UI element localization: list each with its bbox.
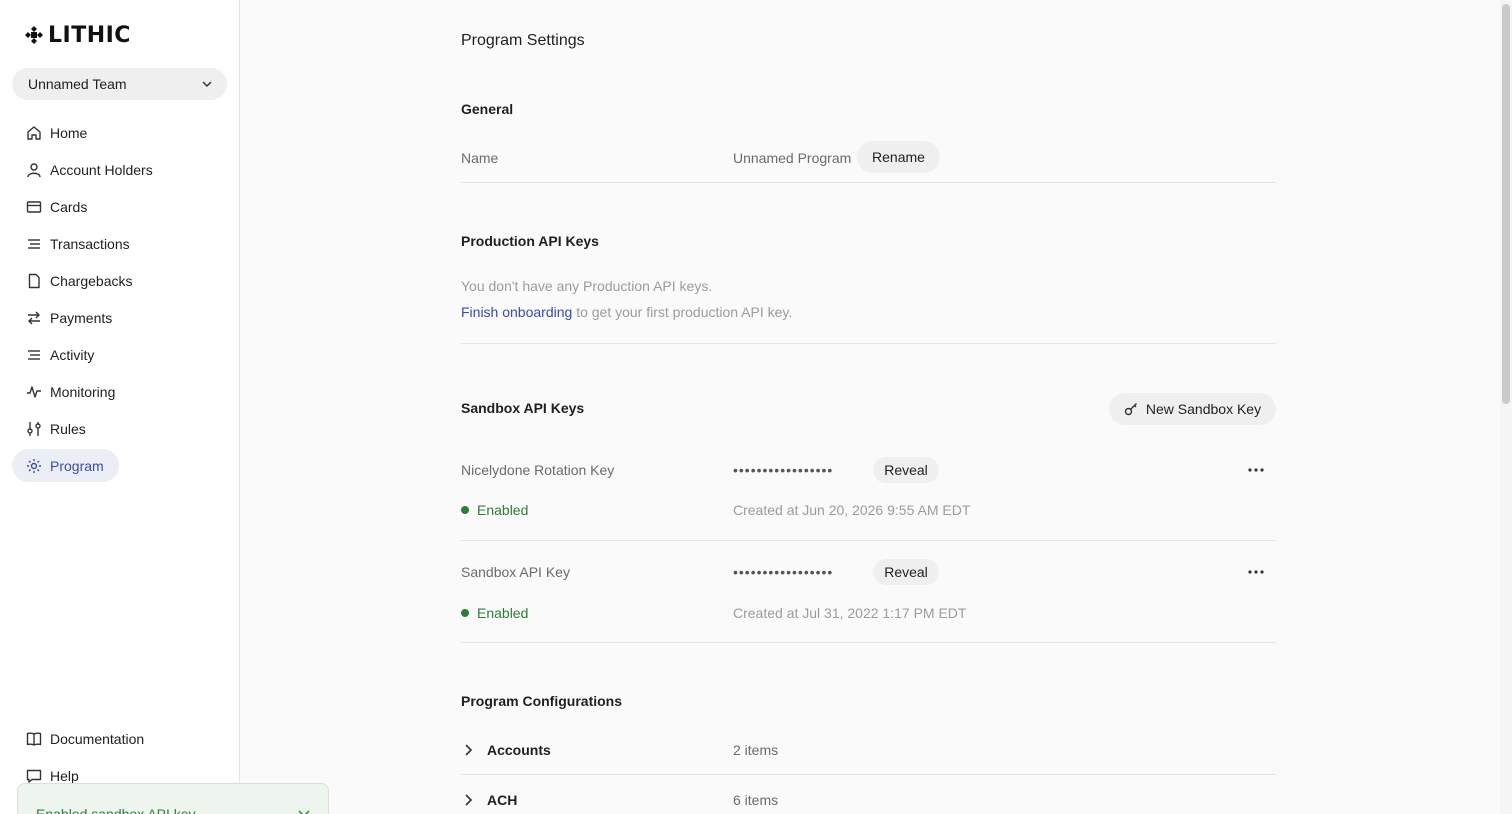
sidebar-item-label: Program: [50, 457, 104, 474]
sidebar-item-label: Home: [50, 124, 88, 141]
sidebar-item-label: Monitoring: [50, 383, 116, 400]
new-sandbox-key-button[interactable]: New Sandbox Key: [1109, 393, 1276, 425]
reveal-button[interactable]: Reveal: [873, 457, 939, 483]
divider: [461, 182, 1276, 183]
sidebar-item-home[interactable]: Home: [12, 116, 227, 149]
toast-notification: Enabled sandbox API key: [17, 783, 329, 814]
sidebar-item-transactions[interactable]: Transactions: [12, 227, 227, 260]
lithic-logo[interactable]: LITHIC: [24, 22, 131, 48]
divider: [461, 540, 1276, 541]
sidebar-item-monitoring[interactable]: Monitoring: [12, 375, 227, 408]
pulse-icon: [27, 385, 41, 398]
config-row-ach[interactable]: ACH 6 items: [461, 791, 1276, 809]
sidebar-item-chargebacks[interactable]: Chargebacks: [12, 264, 227, 297]
sidebar-item-documentation[interactable]: Documentation: [12, 722, 227, 755]
divider: [461, 642, 1276, 643]
rename-button[interactable]: Rename: [857, 141, 940, 173]
finish-onboarding-link[interactable]: Finish onboarding: [461, 304, 572, 320]
sidebar-item-program[interactable]: Program: [12, 449, 119, 482]
logo-text: LITHIC: [48, 22, 131, 48]
configurations-section-title: Program Configurations: [461, 693, 623, 709]
sidebar-item-label: Documentation: [50, 730, 145, 747]
gear-icon: [27, 458, 41, 473]
sidebar-item-cards[interactable]: Cards: [12, 190, 227, 223]
config-count: 2 items: [733, 742, 779, 758]
sidebar-item-payments[interactable]: Payments: [12, 301, 227, 334]
config-name: ACH: [487, 792, 518, 808]
page-title: Program Settings: [461, 32, 585, 49]
home-icon: [27, 125, 41, 140]
key-icon: [1124, 403, 1137, 416]
reveal-button[interactable]: Reveal: [873, 559, 939, 585]
chevron-right-icon: [465, 794, 473, 806]
document-icon: [28, 273, 40, 288]
production-onboarding-text: Finish onboarding to get your first prod…: [461, 304, 792, 320]
sidebar-item-label: Rules: [50, 420, 86, 437]
user-icon: [27, 162, 41, 177]
list-icon: [28, 349, 40, 360]
status-dot: [461, 506, 469, 514]
production-empty-text: You don't have any Production API keys.: [461, 278, 713, 294]
general-section-title: General: [461, 101, 514, 117]
more-options-icon[interactable]: [1246, 564, 1266, 580]
config-name: Accounts: [487, 742, 551, 758]
divider: [461, 343, 1276, 344]
scrollbar[interactable]: [1500, 0, 1512, 814]
chat-icon: [26, 769, 42, 783]
status-label: Enabled: [477, 605, 529, 621]
key-created-at: Created at Jun 20, 2026 9:55 AM EDT: [733, 502, 971, 518]
masked-key: •••••••••••••••••: [733, 462, 834, 478]
sandbox-key-name: Nicelydone Rotation Key: [461, 462, 615, 478]
book-icon: [26, 731, 42, 746]
production-section-title: Production API Keys: [461, 233, 599, 249]
key-created-at: Created at Jul 31, 2022 1:17 PM EDT: [733, 605, 967, 621]
new-sandbox-key-label: New Sandbox Key: [1145, 401, 1262, 417]
name-label: Name: [461, 150, 499, 166]
sidebar-item-label: Help: [50, 767, 79, 784]
arrows-icon: [28, 311, 40, 324]
sidebar-item-label: Chargebacks: [50, 272, 133, 289]
sidebar-nav: Home Account Holders Cards Transactions …: [12, 116, 227, 486]
scrollbar-thumb[interactable]: [1502, 4, 1510, 404]
sidebar: LITHIC Unnamed Team Home Account Holders…: [0, 0, 240, 814]
sidebar-item-label: Payments: [50, 309, 113, 326]
chevron-down-icon: [202, 81, 212, 88]
list-icon: [28, 238, 40, 249]
status-dot: [461, 609, 469, 617]
key-status: Enabled: [461, 502, 528, 518]
close-icon[interactable]: [298, 810, 310, 814]
sidebar-item-label: Transactions: [50, 235, 130, 252]
key-status: Enabled: [461, 605, 528, 621]
sliders-icon: [27, 421, 41, 436]
team-selector[interactable]: Unnamed Team: [12, 68, 227, 100]
config-count: 6 items: [733, 792, 779, 808]
sidebar-item-account-holders[interactable]: Account Holders: [12, 153, 227, 186]
config-row-accounts[interactable]: Accounts 2 items: [461, 741, 1276, 759]
onboarding-suffix: to get your first production API key.: [576, 304, 793, 320]
sidebar-item-activity[interactable]: Activity: [12, 338, 227, 371]
program-name-value: Unnamed Program: [733, 150, 852, 166]
sidebar-item-label: Account Holders: [50, 161, 153, 178]
sidebar-item-rules[interactable]: Rules: [12, 412, 227, 445]
card-icon: [26, 200, 42, 213]
toast-message: Enabled sandbox API key: [36, 806, 196, 814]
sandbox-section-title: Sandbox API Keys: [461, 400, 585, 416]
sandbox-key-name: Sandbox API Key: [461, 564, 570, 580]
status-label: Enabled: [477, 502, 529, 518]
masked-key: •••••••••••••••••: [733, 564, 834, 580]
team-name: Unnamed Team: [28, 76, 127, 92]
sidebar-item-label: Cards: [50, 198, 88, 215]
divider: [461, 774, 1276, 775]
chevron-right-icon: [465, 744, 473, 756]
sidebar-item-label: Activity: [50, 346, 95, 363]
lithic-logo-icon: [25, 26, 43, 44]
more-options-icon[interactable]: [1246, 462, 1266, 478]
